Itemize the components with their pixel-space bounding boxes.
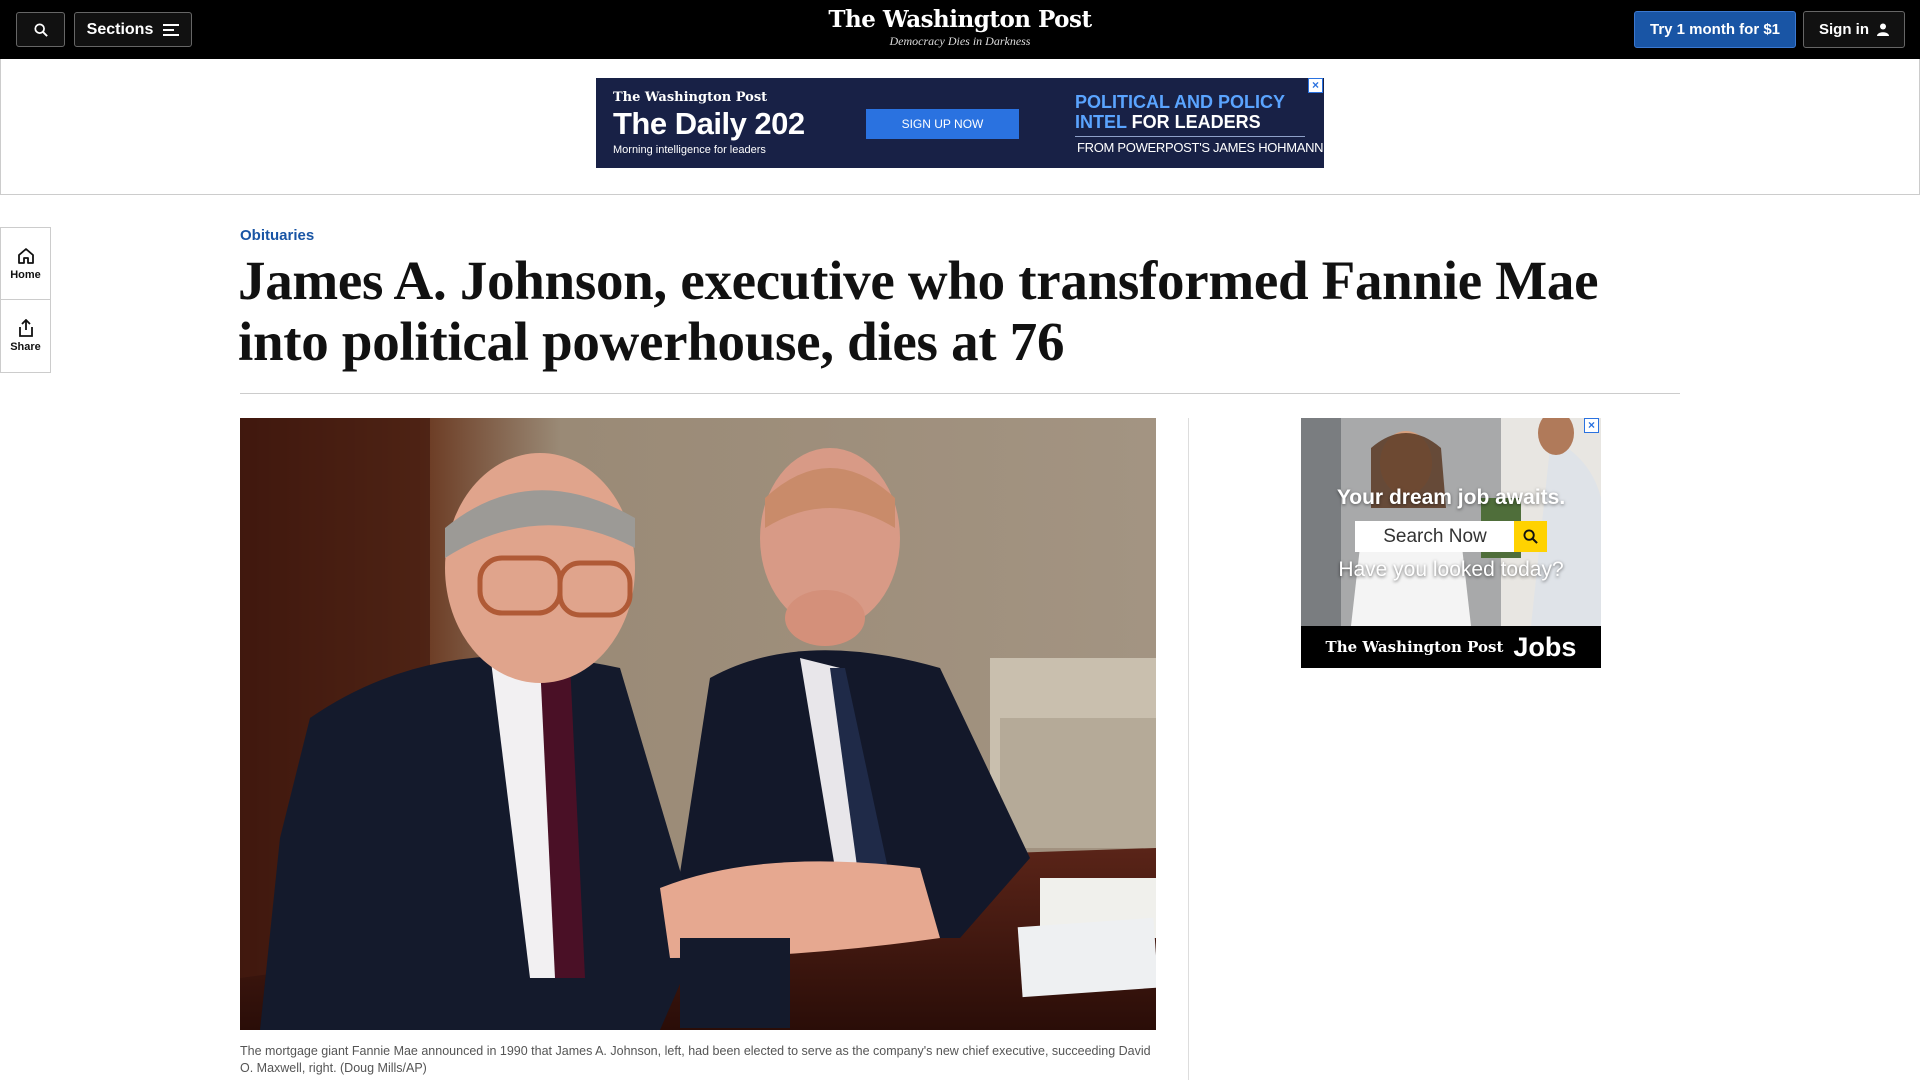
rail-share-label: Share	[10, 341, 41, 353]
jobs-ad-search-button[interactable]	[1514, 521, 1547, 552]
subscribe-button[interactable]: Try 1 month for $1	[1634, 11, 1796, 48]
sign-in-label: Sign in	[1819, 21, 1869, 38]
jobs-ad-brand: The Washington Post	[1325, 638, 1504, 656]
search-icon	[1523, 529, 1538, 544]
sections-label: Sections	[86, 20, 154, 38]
ad-divider	[1075, 136, 1305, 137]
photo-caption: The mortgage giant Fannie Mae announced …	[240, 1044, 1151, 1075]
ad-tagline-rest: FOR LEADERS	[1126, 112, 1261, 132]
leaderboard-ad[interactable]: The Washington Post The Daily 202 Mornin…	[596, 78, 1324, 168]
ad-signup-button[interactable]: SIGN UP NOW	[866, 109, 1019, 139]
jobs-ad-close-icon[interactable]: ×	[1584, 418, 1599, 433]
article-headline: James A. Johnson, executive who transfor…	[238, 250, 1599, 372]
rail-share-button[interactable]: Share	[1, 300, 50, 372]
jobs-ad-question: Have you looked today?	[1338, 558, 1564, 581]
jobs-ad-brand-bar: The Washington Post Jobs	[1301, 626, 1601, 668]
jobs-ad-search-field[interactable]: Search Now	[1355, 521, 1515, 552]
top-nav-bar: Sections The Washington Post Democracy D…	[0, 0, 1920, 59]
menu-icon	[163, 23, 180, 36]
ad-byline: FROM POWERPOST'S JAMES HOHMANN	[1077, 140, 1324, 155]
sign-in-button[interactable]: Sign in	[1803, 11, 1905, 48]
lead-photo-illustration	[240, 418, 1156, 1030]
lead-photo[interactable]	[240, 418, 1156, 1030]
sections-button[interactable]: Sections	[74, 12, 192, 47]
rail-home-label: Home	[10, 268, 41, 281]
site-logo[interactable]: The Washington Post Democracy Dies in Da…	[760, 6, 1160, 48]
logo-tagline: Democracy Dies in Darkness	[889, 34, 1031, 48]
jobs-ad-headline: Your dream job awaits.	[1336, 486, 1566, 509]
left-rail: Home Share	[0, 227, 51, 373]
ad-tagline-accent: INTEL	[1075, 112, 1127, 132]
share-icon	[18, 319, 33, 337]
ad-subtitle: Morning intelligence for leaders	[613, 144, 766, 156]
user-icon	[1877, 23, 1889, 36]
search-icon	[33, 22, 48, 37]
ad-tagline-line1: POLITICAL AND POLICY	[1075, 92, 1286, 112]
jobs-ad[interactable]: Your dream job awaits. Search Now Have y…	[1301, 418, 1601, 668]
ad-brand: The Washington Post	[613, 90, 768, 105]
search-button[interactable]	[16, 12, 65, 47]
section-kicker-link[interactable]: Obituaries	[240, 227, 314, 244]
headline-divider	[240, 393, 1680, 394]
ad-title: The Daily 202	[613, 106, 805, 141]
logo-name: The Washington Post	[828, 6, 1092, 33]
home-icon	[17, 247, 34, 264]
column-divider	[1188, 418, 1189, 1080]
ad-tagline-line2: INTEL FOR LEADERS	[1075, 112, 1261, 132]
rail-home-button[interactable]: Home	[1, 228, 50, 300]
ad-close-icon[interactable]: ×	[1308, 78, 1323, 93]
jobs-ad-product: Jobs	[1513, 631, 1577, 662]
